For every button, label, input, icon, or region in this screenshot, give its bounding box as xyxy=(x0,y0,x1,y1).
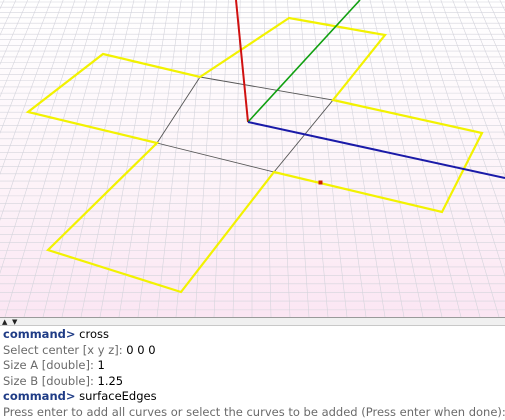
prompt-text: Size A [double]: xyxy=(3,358,94,372)
command-console[interactable]: command> cross Select center [x y z]: 0 … xyxy=(0,326,505,420)
viewport-background xyxy=(0,0,505,317)
console-line: command> cross xyxy=(3,327,502,343)
prompt-text: Press enter to add all curves or select … xyxy=(3,404,505,419)
command-text: surfaceEdges xyxy=(75,389,157,403)
triangle-down-icon[interactable]: ▼ xyxy=(12,318,17,326)
prompt-value: 1.25 xyxy=(93,373,124,388)
panel-splitter[interactable]: ▲ ▼ xyxy=(0,317,505,326)
3d-viewport[interactable] xyxy=(0,0,505,317)
triangle-up-icon[interactable]: ▲ xyxy=(2,318,7,326)
command-text: cross xyxy=(75,327,109,341)
command-keyword: command> xyxy=(3,389,76,403)
selection-point-marker xyxy=(318,180,323,185)
console-line: Size B [double]: 1.25 xyxy=(3,374,502,390)
console-line: Press enter to add all curves or select … xyxy=(3,404,505,420)
prompt-value: 1 xyxy=(93,358,105,372)
console-line: command> surfaceEdges xyxy=(3,389,502,405)
prompt-text: Size B [double]: xyxy=(3,373,94,388)
console-line: Size A [double]: 1 xyxy=(3,358,502,374)
console-line: Select center [x y z]: 0 0 0 xyxy=(3,343,502,359)
prompt-value: 0 0 0 xyxy=(122,342,156,357)
prompt-text: Select center [x y z]: xyxy=(3,342,123,357)
command-keyword: command> xyxy=(3,327,76,341)
